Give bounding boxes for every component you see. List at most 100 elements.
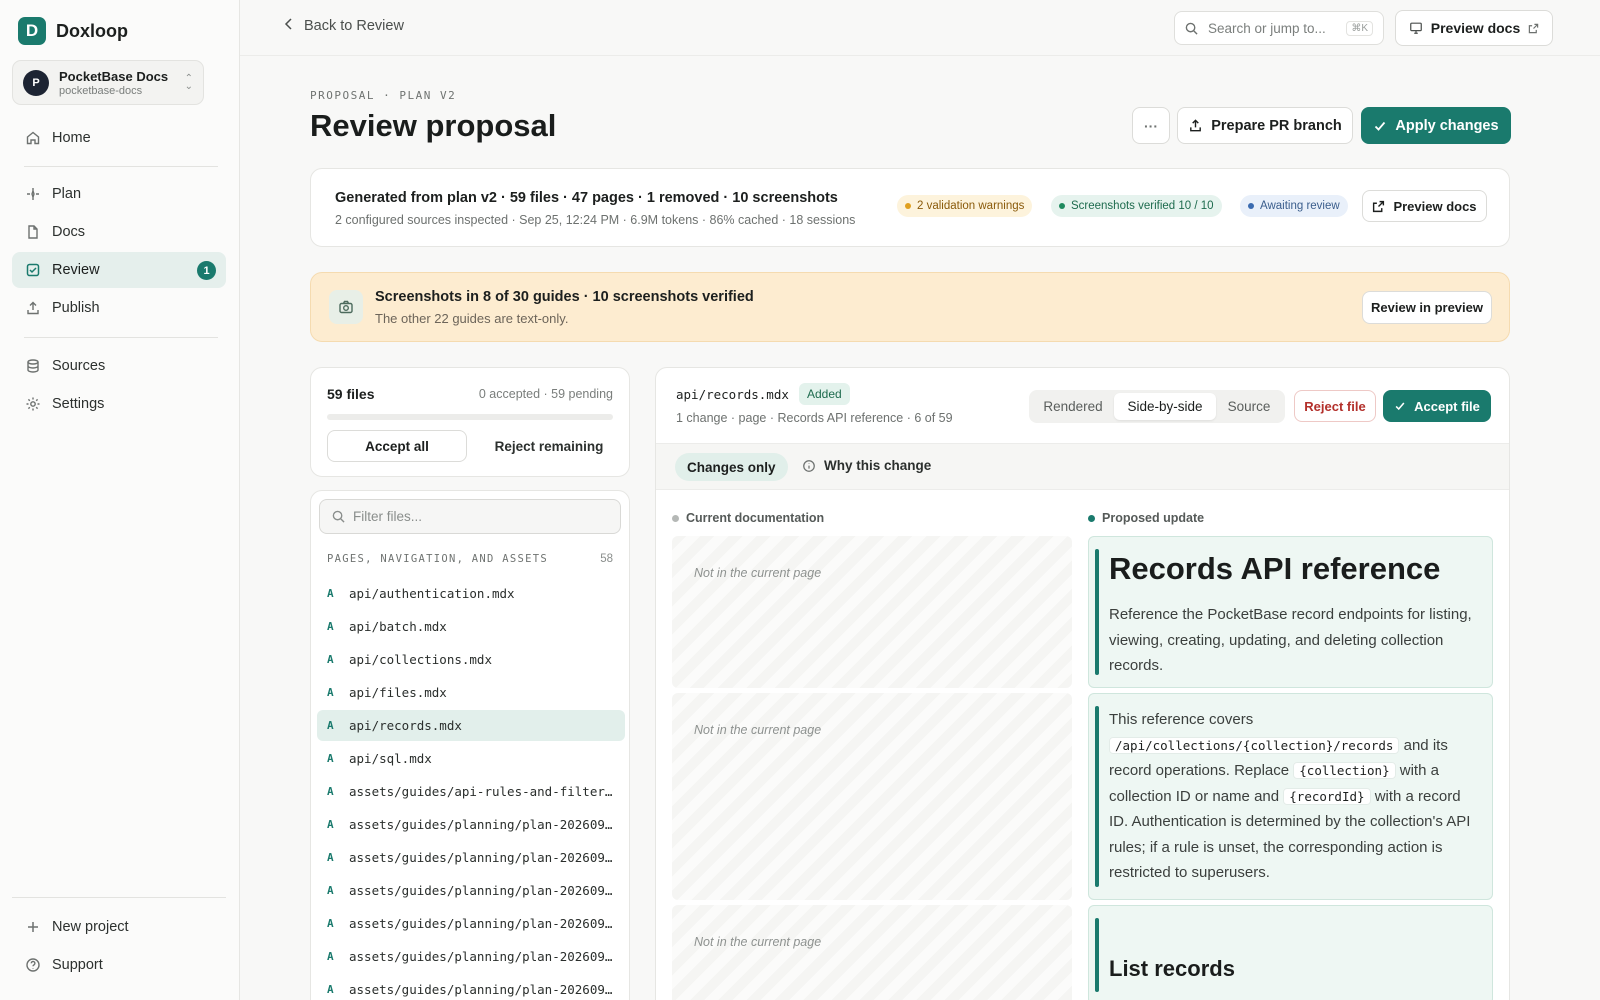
project-switcher[interactable]: P PocketBase Docs pocketbase-docs ⌃ ⌄ <box>12 60 204 105</box>
why-this-change-button[interactable]: Why this change <box>802 458 931 473</box>
back-link[interactable]: Back to Review <box>284 18 404 34</box>
nav-plan-label: Plan <box>52 186 82 202</box>
project-avatar: P <box>23 69 49 96</box>
view-rendered-tab[interactable]: Rendered <box>1032 393 1114 420</box>
check-icon <box>1373 119 1387 133</box>
project-name: PocketBase Docs <box>59 68 169 84</box>
file-row[interactable]: Aassets/guides/planning/plan-202609… <box>317 908 625 939</box>
view-side-by-side-tab[interactable]: Side-by-side <box>1114 393 1216 420</box>
nav-review-label: Review <box>52 262 100 278</box>
file-row[interactable]: Aassets/guides/planning/plan-202609… <box>317 842 625 873</box>
info-icon <box>802 459 816 473</box>
file-row[interactable]: Aapi/batch.mdx <box>317 611 625 642</box>
proposed-block: This reference covers /api/collections/{… <box>1088 693 1493 900</box>
paragraph-text: This reference covers <box>1109 711 1254 728</box>
file-status-tag: A <box>327 851 334 864</box>
apply-changes-label: Apply changes <box>1395 117 1499 134</box>
file-row[interactable]: Aassets/guides/planning/plan-202609… <box>317 809 625 840</box>
file-status-tag: A <box>327 785 334 798</box>
nav-settings[interactable]: Settings <box>12 386 226 422</box>
reject-file-button[interactable]: Reject file <box>1294 390 1376 422</box>
file-status-tag: A <box>327 818 334 831</box>
status-label: Awaiting review <box>1260 200 1340 212</box>
proposed-dot-icon <box>1088 514 1095 522</box>
not-in-page-note: Not in the current page <box>694 566 822 580</box>
apply-changes-button[interactable]: Apply changes <box>1361 107 1511 144</box>
info-dot-icon <box>1248 203 1254 209</box>
file-row[interactable]: Aapi/collections.mdx <box>317 644 625 675</box>
current-empty-block: Not in the current page <box>672 693 1072 900</box>
brand[interactable]: D Doxloop <box>18 17 128 45</box>
validation-warnings-badge[interactable]: 2 validation warnings <box>897 195 1033 217</box>
document-icon <box>24 223 42 241</box>
current-column-label: Current documentation <box>686 511 825 525</box>
nav-publish[interactable]: Publish <box>12 290 226 326</box>
nav-new-project[interactable]: New project <box>12 909 226 945</box>
inline-code: /api/collections/{collection}/records <box>1109 736 1400 754</box>
filter-files-input[interactable]: Filter files... <box>319 499 621 534</box>
file-row[interactable]: Aapi/files.mdx <box>317 677 625 708</box>
proposed-subheading: List records <box>1109 956 1235 981</box>
monitor-icon <box>1409 21 1423 35</box>
check-icon <box>1394 400 1406 412</box>
sparkle-icon <box>24 185 42 203</box>
file-detail-panel: api/records.mdx Added 1 change · page · … <box>655 367 1510 1000</box>
accept-file-button[interactable]: Accept file <box>1383 390 1491 422</box>
sidebar: D Doxloop P PocketBase Docs pocketbase-d… <box>0 0 240 1000</box>
database-icon <box>24 357 42 375</box>
review-count-badge: 1 <box>197 261 216 280</box>
file-row[interactable]: Aassets/guides/planning/plan-202609… <box>317 974 625 1000</box>
nav-docs[interactable]: Docs <box>12 214 226 250</box>
accept-all-button[interactable]: Accept all <box>327 430 467 462</box>
search-icon <box>332 510 345 523</box>
file-status-tag: A <box>327 620 334 633</box>
nav-publish-label: Publish <box>52 300 100 316</box>
nav-settings-label: Settings <box>52 396 105 412</box>
file-row[interactable]: Aapi/authentication.mdx <box>317 578 625 609</box>
file-status-tag: A <box>327 587 334 600</box>
proposed-intro: Reference the PocketBase record endpoint… <box>1109 606 1472 674</box>
preview-docs-button[interactable]: Preview docs <box>1395 10 1553 46</box>
detail-meta: 1 change · page · Records API reference … <box>676 411 953 425</box>
search-input[interactable]: Search or jump to... ⌘K <box>1174 11 1384 45</box>
filter-placeholder: Filter files... <box>353 509 423 524</box>
file-row[interactable]: Aapi/sql.mdx <box>317 743 625 774</box>
summary-preview-docs-button[interactable]: Preview docs <box>1362 190 1487 222</box>
view-source-tab[interactable]: Source <box>1216 393 1282 420</box>
file-path: assets/guides/planning/plan-202609… <box>349 916 613 931</box>
camera-icon <box>329 290 363 324</box>
external-link-icon <box>1372 200 1385 213</box>
gear-icon <box>24 395 42 413</box>
reject-remaining-button[interactable]: Reject remaining <box>479 430 619 462</box>
files-status: 0 accepted · 59 pending <box>478 387 613 401</box>
file-row[interactable]: Aassets/guides/planning/plan-202609… <box>317 941 625 972</box>
home-icon <box>24 129 42 147</box>
changes-only-toggle[interactable]: Changes only <box>675 453 788 481</box>
nav-sources[interactable]: Sources <box>12 348 226 384</box>
search-placeholder: Search or jump to... <box>1208 20 1326 36</box>
banner-subtitle: The other 22 guides are text-only. <box>375 311 569 326</box>
more-options-button[interactable]: ··· <box>1132 107 1170 144</box>
added-change-bar <box>1095 549 1099 675</box>
file-status-tag: A <box>327 752 334 765</box>
added-change-bar <box>1095 706 1099 887</box>
current-column-header: Current documentation <box>672 511 824 525</box>
proposed-column-label: Proposed update <box>1102 511 1205 525</box>
review-in-preview-button[interactable]: Review in preview <box>1362 291 1492 324</box>
nav-docs-label: Docs <box>52 224 86 240</box>
current-dot-icon <box>672 514 679 522</box>
nav-sources-label: Sources <box>52 358 106 374</box>
nav-home[interactable]: Home <box>12 120 226 156</box>
nav-support[interactable]: Support <box>12 947 226 983</box>
proposed-heading: Records API reference <box>1109 551 1441 586</box>
file-row[interactable]: Aassets/guides/planning/plan-202609… <box>317 875 625 906</box>
top-bar: Back to Review Search or jump to... ⌘K P… <box>240 0 1600 56</box>
file-row-selected[interactable]: Aapi/records.mdx <box>317 710 625 741</box>
prepare-pr-button[interactable]: Prepare PR branch <box>1177 107 1353 144</box>
nav-plan[interactable]: Plan <box>12 176 226 212</box>
nav-review[interactable]: Review 1 <box>12 252 226 288</box>
success-dot-icon <box>1059 203 1065 209</box>
summary-headline: Generated from plan v2 · 59 files · 47 p… <box>335 190 838 206</box>
file-row[interactable]: Aassets/guides/api-rules-and-filter… <box>317 776 625 807</box>
nav-support-label: Support <box>52 957 103 973</box>
